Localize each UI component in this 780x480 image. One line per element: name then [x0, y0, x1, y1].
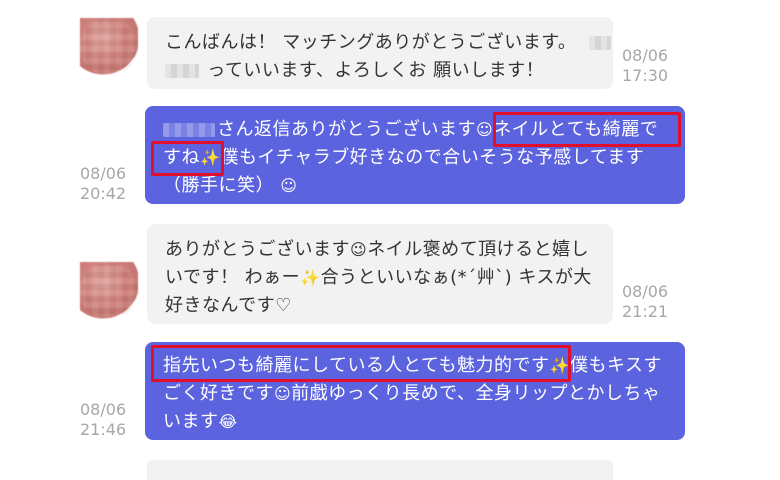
avatar[interactable]: [80, 262, 138, 320]
message-text-segment: さん返信ありがとうございます: [217, 119, 476, 140]
wink-emoji-icon: 😉: [350, 240, 368, 259]
smile-emoji-icon: ☺: [280, 176, 298, 195]
timestamp-time: 21:46: [80, 420, 127, 439]
message-text-segment: 僕もキスす: [569, 355, 662, 376]
message-bubble-outgoing[interactable]: さん返信ありがとうございます☺ネイルとても綺麗で すね✨僕もイチャラブ好きなので…: [145, 106, 685, 204]
message-timestamp: 08/06 21:21: [622, 282, 682, 322]
redacted-name: [588, 36, 611, 50]
message-text-segment: ネイル褒めて頂けると嬉し: [367, 239, 590, 260]
avatar[interactable]: [80, 18, 138, 76]
message-text-line: っていいます、よろしくお 願いします！: [207, 60, 545, 81]
timestamp-time: 20:42: [80, 184, 127, 203]
message-text-segment: います: [163, 411, 219, 432]
message-timestamp: 08/06 20:42: [80, 164, 140, 204]
message-text-segment: 合うといいなぁ(*´艸`) キスが大: [320, 267, 592, 288]
timestamp-time: 17:30: [622, 66, 669, 85]
message-bubble-incoming[interactable]: こんばんは！ マッチングありがとうございます。 っていいます、よろしくお 願いし…: [147, 17, 613, 89]
redacted-name: [165, 64, 199, 78]
message-bubble-partial[interactable]: [147, 460, 613, 480]
message-bubble-outgoing[interactable]: 指先いつも綺麗にしている人とても魅力的です✨僕もキスす ごく好きです☺前戯ゆっく…: [145, 342, 685, 440]
message-text-segment: 前戯ゆっくり長めで、全身リップとかしちゃ: [291, 383, 661, 404]
laughing-emoji-icon: 😂: [218, 412, 238, 431]
message-text-segment: ごく好きです: [163, 383, 274, 404]
message-text-segment: ネイルとても綺麗で: [493, 119, 659, 140]
sparkles-emoji-icon: ✨: [549, 356, 570, 375]
smile-emoji-icon: ☺: [476, 120, 494, 139]
message-timestamp: 08/06 21:46: [80, 400, 140, 440]
timestamp-time: 21:21: [622, 302, 669, 321]
smile-emoji-icon: ☺: [274, 384, 292, 403]
timestamp-date: 08/06: [622, 282, 669, 301]
message-timestamp: 08/06 17:30: [622, 46, 682, 86]
message-bubble-incoming[interactable]: ありがとうございます😉ネイル褒めて頂けると嬉し いです！ わぁー✨合うといいなぁ…: [147, 224, 613, 324]
message-text-segment: 好きなんです♡: [165, 295, 292, 316]
timestamp-date: 08/06: [622, 46, 669, 65]
redacted-name: [163, 123, 215, 137]
message-text-segment: いです！ わぁー: [165, 267, 301, 288]
timestamp-date: 08/06: [80, 400, 127, 419]
timestamp-date: 08/06: [80, 164, 127, 183]
sparkles-emoji-icon: ✨: [200, 148, 221, 167]
message-text-segment: すね: [163, 147, 200, 168]
message-text-line: こんばんは！ マッチングありがとうございます。: [165, 32, 577, 53]
message-text-segment: 指先いつも綺麗にしている人とても魅力的です: [163, 355, 550, 376]
message-text-segment: 僕もイチャラブ好きなので合いそうな予感してます: [220, 147, 645, 168]
message-text-segment: （勝手に笑）: [163, 175, 274, 196]
message-text-segment: ありがとうございます: [165, 239, 350, 260]
sparkles-emoji-icon: ✨: [300, 268, 321, 287]
